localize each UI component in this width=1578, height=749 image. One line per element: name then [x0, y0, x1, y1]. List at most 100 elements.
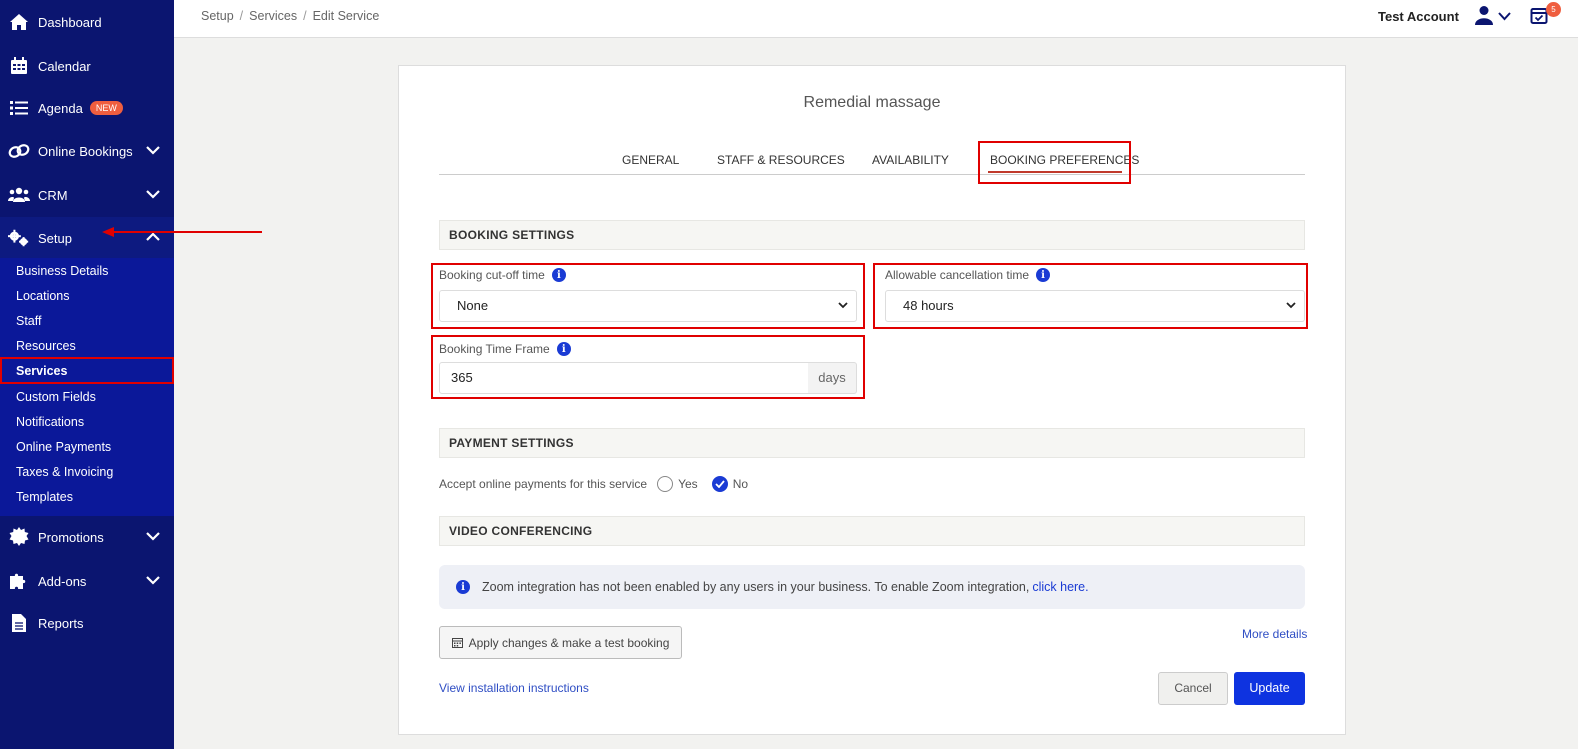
cancel-button[interactable]: Cancel: [1158, 672, 1228, 705]
tabs-divider: [439, 174, 1305, 175]
top-bar: Setup / Services / Edit Service Test Account…: [174, 0, 1578, 38]
nav-dashboard[interactable]: Dashboard: [0, 2, 174, 42]
nav-add-ons[interactable]: Add-ons: [0, 561, 174, 601]
submenu-resources[interactable]: Resources: [16, 335, 76, 357]
calendar-notifications-button[interactable]: 5: [1530, 2, 1561, 28]
nav-label: Reports: [38, 615, 84, 631]
nav-online-bookings[interactable]: Online Bookings: [0, 131, 174, 171]
nav-label: Online Bookings: [38, 143, 133, 159]
list-icon: [8, 97, 30, 119]
section-booking-settings: BOOKING SETTINGS: [439, 220, 1305, 250]
sidebar: Dashboard Calendar Agenda NEW Online Boo…: [0, 0, 174, 749]
radio-yes-label: Yes: [678, 477, 698, 491]
link-icon: [8, 140, 30, 162]
nav-crm[interactable]: CRM: [0, 175, 174, 215]
active-tab-indicator: [988, 171, 1122, 173]
breadcrumb: Setup / Services / Edit Service: [201, 9, 379, 23]
nav-label: Promotions: [38, 529, 104, 545]
submenu-notifications[interactable]: Notifications: [16, 411, 84, 433]
breadcrumb-edit-service: Edit Service: [312, 9, 380, 23]
section-payment-settings: PAYMENT SETTINGS: [439, 428, 1305, 458]
timeframe-label-text: Booking Time Frame: [439, 342, 550, 356]
cancellation-value: 48 hours: [903, 298, 954, 313]
timeframe-unit: days: [808, 362, 857, 394]
cutoff-value: None: [457, 298, 489, 313]
zoom-alert: i Zoom integration has not been enabled …: [439, 565, 1305, 609]
timeframe-input[interactable]: 365: [439, 362, 809, 394]
user-menu-button[interactable]: [1474, 5, 1511, 28]
info-icon[interactable]: i: [556, 342, 571, 356]
radio-no[interactable]: [711, 476, 728, 492]
cutoff-label-text: Booking cut-off time: [439, 268, 545, 282]
notification-count-badge: 5: [1546, 2, 1561, 17]
radio-yes[interactable]: [657, 476, 674, 492]
nav-label: Add-ons: [38, 573, 87, 589]
info-icon[interactable]: i: [551, 268, 566, 282]
online-payment-question: Accept online payments for this service: [439, 477, 648, 491]
users-icon: [8, 184, 30, 206]
account-name: Test Account: [1378, 9, 1459, 24]
cancellation-select[interactable]: 48 hours: [885, 290, 1305, 322]
chevron-down-icon[interactable]: [146, 187, 160, 202]
service-title: Remedial massage: [803, 94, 941, 111]
chevron-down-icon: [838, 291, 848, 332]
file-icon: [8, 612, 30, 634]
setup-submenu: Business Details Locations Staff Resourc…: [0, 258, 174, 516]
tab-availability[interactable]: AVAILABILITY: [872, 153, 949, 167]
submenu-templates[interactable]: Templates: [16, 486, 73, 508]
nav-calendar[interactable]: Calendar: [0, 46, 174, 86]
cutoff-select[interactable]: None: [439, 290, 857, 322]
breadcrumb-separator: /: [303, 9, 307, 23]
annotation-arrow: [102, 225, 264, 242]
tab-staff-resources[interactable]: STAFF & RESOURCES: [717, 153, 845, 167]
cutoff-label: Booking cut-off time i: [439, 268, 566, 282]
chevron-down-icon[interactable]: [146, 573, 160, 588]
submenu-staff[interactable]: Staff: [16, 310, 41, 332]
calendar-icon: [8, 55, 30, 77]
submenu-taxes-invoicing[interactable]: Taxes & Invoicing: [16, 461, 113, 483]
cancellation-label-text: Allowable cancellation time: [885, 268, 1030, 282]
breadcrumb-separator: /: [239, 9, 244, 23]
tab-booking-preferences[interactable]: BOOKING PREFERENCES: [990, 153, 1139, 167]
chevron-down-icon[interactable]: [146, 143, 160, 158]
section-video-conferencing: VIDEO CONFERENCING: [439, 516, 1305, 546]
more-details-link[interactable]: More details: [1242, 627, 1307, 641]
installation-instructions-link[interactable]: View installation instructions: [439, 681, 589, 695]
submenu-services[interactable]: Services: [16, 360, 67, 382]
radio-no-label: No: [732, 477, 749, 491]
timeframe-label: Booking Time Frame i: [439, 342, 571, 356]
nav-agenda[interactable]: Agenda NEW: [0, 88, 174, 128]
nav-label: Dashboard: [38, 14, 102, 30]
submenu-custom-fields[interactable]: Custom Fields: [16, 386, 96, 408]
submenu-online-payments[interactable]: Online Payments: [16, 436, 111, 458]
user-icon: [1474, 5, 1494, 28]
chevron-down-icon[interactable]: [146, 529, 160, 544]
chevron-down-icon: [1498, 9, 1511, 24]
update-button[interactable]: Update: [1234, 672, 1305, 705]
nav-promotions[interactable]: Promotions: [0, 517, 174, 557]
submenu-locations[interactable]: Locations: [16, 285, 70, 307]
online-payment-row: Accept online payments for this service …: [439, 476, 748, 492]
nav-label: CRM: [38, 187, 68, 203]
cancellation-label: Allowable cancellation time i: [885, 268, 1051, 282]
tab-general[interactable]: GENERAL: [622, 153, 679, 167]
home-icon: [8, 11, 30, 33]
chevron-down-icon: [1286, 291, 1296, 332]
nav-reports[interactable]: Reports: [0, 603, 174, 643]
breadcrumb-setup[interactable]: Setup: [201, 9, 234, 23]
nav-label: Agenda: [38, 100, 83, 116]
info-icon: i: [456, 580, 470, 594]
badge-icon: [8, 526, 30, 548]
test-booking-button[interactable]: Apply changes & make a test booking: [439, 626, 682, 659]
calendar-icon: [451, 637, 463, 648]
zoom-click-here-link[interactable]: click here.: [1032, 580, 1088, 594]
calendar-check-icon: [1530, 8, 1548, 28]
zoom-alert-text: Zoom integration has not been enabled by…: [482, 580, 1030, 594]
nav-label: Setup: [38, 230, 72, 246]
breadcrumb-services[interactable]: Services: [249, 9, 297, 23]
info-icon[interactable]: i: [1036, 268, 1051, 282]
gears-icon: [8, 227, 30, 249]
submenu-business-details[interactable]: Business Details: [16, 260, 108, 282]
puzzle-icon: [8, 570, 30, 592]
nav-label: Calendar: [38, 58, 91, 74]
